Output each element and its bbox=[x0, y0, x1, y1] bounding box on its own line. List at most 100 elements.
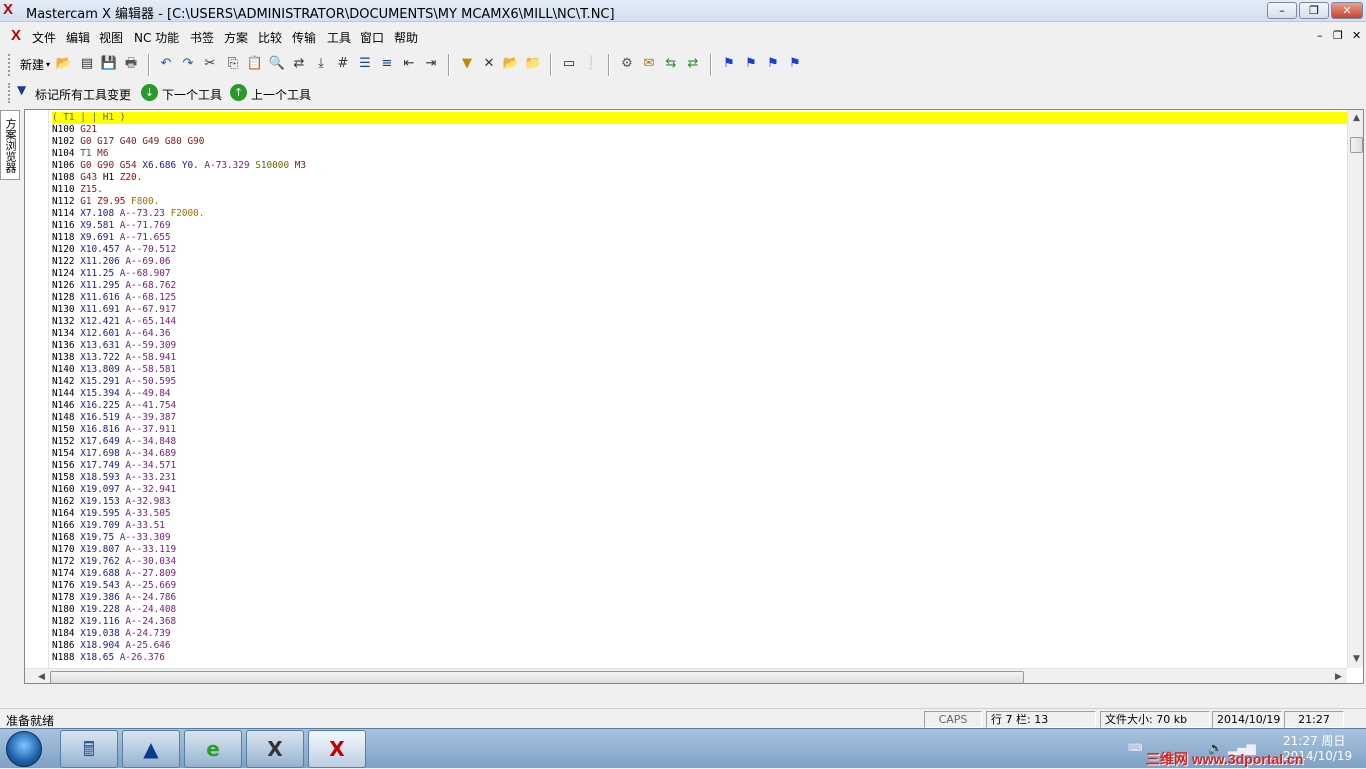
increase-indent-icon[interactable]: ⇥ bbox=[422, 55, 440, 73]
code-line[interactable]: N124 X11.25 A--68.907 bbox=[52, 268, 1347, 280]
code-line[interactable]: N140 X13.809 A--58.581 bbox=[52, 364, 1347, 376]
code-line[interactable]: N162 X19.153 A-32.983 bbox=[52, 496, 1347, 508]
open-nc-icon[interactable]: 📂 bbox=[502, 55, 520, 73]
bookmark-prev-icon[interactable]: ⚑ bbox=[764, 55, 782, 73]
code-line[interactable]: N106 G0 G90 G54 X6.686 Y0. A-73.329 S100… bbox=[52, 160, 1347, 172]
send-icon[interactable]: ✉ bbox=[640, 55, 658, 73]
code-line[interactable]: N168 X19.75 A--33.309 bbox=[52, 532, 1347, 544]
scroll-up-icon[interactable]: ▲ bbox=[1348, 110, 1363, 127]
decrease-indent-icon[interactable]: ⇤ bbox=[400, 55, 418, 73]
nc-code[interactable]: ( T1 | | H1 ) N100 G21 N102 G0 G17 G40 G49… bbox=[52, 112, 1347, 664]
paste-icon[interactable]: 📋 bbox=[246, 55, 264, 73]
code-line[interactable]: N148 X16.519 A--39.387 bbox=[52, 412, 1347, 424]
code-line[interactable]: N156 X17.749 A--34.571 bbox=[52, 460, 1347, 472]
code-line[interactable]: N132 X12.421 A--65.144 bbox=[52, 316, 1347, 328]
code-line[interactable]: N120 X10.457 A--70.512 bbox=[52, 244, 1347, 256]
code-line[interactable]: N112 G1 Z9.95 F800. bbox=[52, 196, 1347, 208]
comment-icon[interactable]: ≡ bbox=[378, 55, 396, 73]
goto-icon[interactable]: ⤓ bbox=[312, 55, 330, 73]
code-line[interactable]: N110 Z15. bbox=[52, 184, 1347, 196]
bookmark-add-icon[interactable]: ⚑ bbox=[720, 55, 738, 73]
code-line[interactable]: N174 X19.688 A--27.809 bbox=[52, 568, 1347, 580]
code-line[interactable]: N104 T1 M6 bbox=[52, 148, 1347, 160]
cut-icon[interactable]: ✂ bbox=[201, 55, 219, 73]
code-line[interactable]: N188 X18.65 A-26.376 bbox=[52, 652, 1347, 664]
network-icon[interactable]: ⚙ bbox=[618, 55, 636, 73]
calculator-icon[interactable]: 🖩 bbox=[60, 730, 118, 768]
scroll-right-icon[interactable]: ▶ bbox=[1330, 669, 1347, 683]
copy-icon[interactable]: ⎘ bbox=[224, 55, 242, 73]
mdi-minimize-button[interactable]: – bbox=[1317, 29, 1323, 42]
mdi-restore-button[interactable]: ❐ bbox=[1333, 29, 1343, 42]
code-line[interactable]: N176 X19.543 A--25.669 bbox=[52, 580, 1347, 592]
find-icon[interactable]: 🔍 bbox=[268, 55, 286, 73]
code-line[interactable]: N166 X19.709 A-33.51 bbox=[52, 520, 1347, 532]
scroll-down-icon[interactable]: ▼ bbox=[1348, 651, 1363, 668]
doc-icon[interactable]: X bbox=[11, 27, 21, 44]
code-line[interactable]: N118 X9.691 A--71.655 bbox=[52, 232, 1347, 244]
renumber-icon[interactable]: # bbox=[334, 55, 352, 73]
horizontal-scroll-thumb[interactable] bbox=[50, 671, 1024, 683]
menu-bookmarks[interactable]: 书签 bbox=[190, 29, 214, 46]
link-icon[interactable]: ⇆ bbox=[662, 55, 680, 73]
code-line[interactable]: N164 X19.595 A-33.505 bbox=[52, 508, 1347, 520]
open-folder-icon[interactable]: 📂 bbox=[55, 55, 73, 73]
new-dropdown-icon[interactable]: ▾ bbox=[46, 60, 50, 69]
keyboard-icon[interactable]: ⌨ bbox=[1128, 743, 1142, 754]
close-button[interactable]: ✕ bbox=[1331, 2, 1363, 19]
menu-compare[interactable]: 比较 bbox=[258, 29, 282, 46]
vertical-scroll-thumb[interactable] bbox=[1350, 137, 1363, 153]
code-line[interactable]: N142 X15.291 A--50.595 bbox=[52, 376, 1347, 388]
bookmark-next-icon[interactable]: ⚑ bbox=[742, 55, 760, 73]
code-line[interactable]: N150 X16.816 A--37.911 bbox=[52, 424, 1347, 436]
code-line[interactable]: N158 X18.593 A--33.231 bbox=[52, 472, 1347, 484]
clock-time[interactable]: 21:27 周日 bbox=[1283, 732, 1345, 749]
vertical-scrollbar[interactable]: ▲ ▼ bbox=[1347, 110, 1363, 668]
mastercam-icon[interactable]: X bbox=[246, 730, 304, 768]
mastercam-x-icon[interactable]: ✕ bbox=[480, 55, 498, 73]
code-line[interactable]: N146 X16.225 A--41.754 bbox=[52, 400, 1347, 412]
code-line[interactable]: N154 X17.698 A--34.689 bbox=[52, 448, 1347, 460]
mdi-close-button[interactable]: ✕ bbox=[1352, 29, 1361, 42]
app-launcher-icon[interactable]: ▲ bbox=[122, 730, 180, 768]
code-line[interactable]: ( T1 | | H1 ) bbox=[52, 112, 1347, 124]
code-line[interactable]: N100 G21 bbox=[52, 124, 1347, 136]
nc-editor[interactable]: ( T1 | | H1 ) N100 G21 N102 G0 G17 G40 G49… bbox=[24, 109, 1364, 684]
code-line[interactable]: N108 G43 H1 Z20. bbox=[52, 172, 1347, 184]
code-line[interactable]: N170 X19.807 A--33.119 bbox=[52, 544, 1347, 556]
code-line[interactable]: N182 X19.116 A--24.368 bbox=[52, 616, 1347, 628]
code-line[interactable]: N160 X19.097 A--32.941 bbox=[52, 484, 1347, 496]
arrow-down-icon[interactable]: ↓ bbox=[141, 84, 158, 101]
receive-icon[interactable]: ⇄ bbox=[684, 55, 702, 73]
code-line[interactable]: N138 X13.722 A--58.941 bbox=[52, 352, 1347, 364]
code-line[interactable]: N186 X18.904 A-25.646 bbox=[52, 640, 1347, 652]
menu-view[interactable]: 视图 bbox=[99, 29, 123, 46]
code-line[interactable]: N126 X11.295 A--68.762 bbox=[52, 280, 1347, 292]
code-line[interactable]: N152 X17.649 A--34.848 bbox=[52, 436, 1347, 448]
code-line[interactable]: N144 X15.394 A--49.84 bbox=[52, 388, 1347, 400]
scroll-left-icon[interactable]: ◀ bbox=[33, 669, 50, 683]
horizontal-scrollbar[interactable]: ◀ ▶ bbox=[25, 668, 1347, 683]
mark-all-tool-changes-button[interactable]: 标记所有工具变更 bbox=[35, 86, 131, 103]
browser-icon[interactable]: e bbox=[184, 730, 242, 768]
code-line[interactable]: N116 X9.581 A--71.769 bbox=[52, 220, 1347, 232]
code-line[interactable]: N180 X19.228 A--24.408 bbox=[52, 604, 1347, 616]
new-button[interactable]: 新建 bbox=[20, 56, 44, 73]
bookmark-clear-icon[interactable]: ⚑ bbox=[786, 55, 804, 73]
previous-tool-button[interactable]: 上一个工具 bbox=[251, 86, 311, 103]
menu-edit[interactable]: 编辑 bbox=[66, 29, 90, 46]
menu-project[interactable]: 方案 bbox=[224, 29, 248, 46]
code-line[interactable]: N134 X12.601 A--64.36 bbox=[52, 328, 1347, 340]
code-line[interactable]: N178 X19.386 A--24.786 bbox=[52, 592, 1347, 604]
find-replace-icon[interactable]: ⇄ bbox=[290, 55, 308, 73]
tool-icon[interactable]: ▼ bbox=[458, 55, 476, 73]
next-tool-button[interactable]: 下一个工具 bbox=[162, 86, 222, 103]
project-browser-tab[interactable]: 方案浏览器 bbox=[0, 110, 20, 180]
minimize-button[interactable]: – bbox=[1267, 2, 1297, 19]
menu-transfer[interactable]: 传输 bbox=[292, 29, 316, 46]
indent-icon[interactable]: ☰ bbox=[356, 55, 374, 73]
undo-icon[interactable]: ↶ bbox=[157, 55, 175, 73]
code-line[interactable]: N128 X11.616 A--68.125 bbox=[52, 292, 1347, 304]
list-icon[interactable]: ▤ bbox=[78, 55, 96, 73]
menu-tools[interactable]: 工具 bbox=[327, 29, 351, 46]
